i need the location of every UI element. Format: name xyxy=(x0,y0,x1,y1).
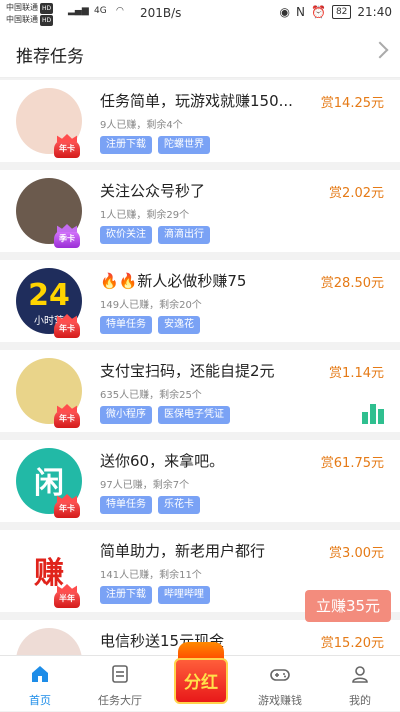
task-reward: 赏3.00元 xyxy=(329,546,384,561)
bar-chart-icon[interactable] xyxy=(362,402,384,424)
carrier-label: 中国联通 xyxy=(6,15,38,24)
task-item[interactable]: 年卡 任务简单，玩游戏就赚150... 9人已赚，剩余4个 赏14.25元注册下载 陀螺… xyxy=(0,80,400,162)
membership-badge: 年卡 xyxy=(54,320,80,338)
membership-badge: 年卡 xyxy=(54,500,80,518)
bar-chart-icon-bar xyxy=(362,412,368,424)
status-right: ◉ N ⏰ 82 21:40 xyxy=(280,5,392,19)
task-tags: 注册下载 哔哩哔哩 xyxy=(100,586,210,604)
battery-icon: 82 xyxy=(331,5,352,19)
task-item[interactable]: 闲年卡 送你60，来拿吧。 97人已赚，剩余7个 赏61.75元特单任务 乐花卡 xyxy=(0,440,400,522)
membership-badge: 年卡 xyxy=(54,140,80,158)
tab-task-hall[interactable]: 任务大厅 xyxy=(80,656,160,712)
task-tag: 微小程序 xyxy=(100,406,152,424)
avatar-text: 闲 xyxy=(34,466,64,501)
list-icon xyxy=(110,664,130,684)
network-speed: 201B/s xyxy=(140,6,182,20)
task-stats: 9人已赚，剩余4个 xyxy=(100,120,183,131)
task-stats: 1人已赚，剩余29个 xyxy=(100,210,190,221)
tab-label: 我的 xyxy=(349,694,371,707)
task-title: 任务简单，玩游戏就赚150... xyxy=(100,92,293,110)
home-icon xyxy=(30,664,50,684)
carrier-label: 中国联通 xyxy=(6,3,38,12)
tab-mine[interactable]: 我的 xyxy=(320,656,400,712)
task-tag: 陀螺世界 xyxy=(158,136,210,154)
task-tag: 注册下载 xyxy=(100,586,152,604)
tab-label: 游戏赚钱 xyxy=(258,694,302,707)
task-tag: 特单任务 xyxy=(100,496,152,514)
task-title: 支付宝扫码，还能自提2元 xyxy=(100,362,275,380)
tab-label: 任务大厅 xyxy=(98,694,142,707)
avatar-text: 24 xyxy=(28,278,70,313)
task-tag: 哔哩哔哩 xyxy=(158,586,210,604)
task-title: 🔥🔥新人必做秒赚75 xyxy=(100,272,247,290)
alarm-icon: ⏰ xyxy=(311,5,326,19)
task-title: 简单助力，新老用户都行 xyxy=(100,542,266,560)
task-tags: 微小程序 医保电子凭证 xyxy=(100,406,230,424)
hd-badge: HD xyxy=(40,15,54,26)
carrier-info: 中国联通 HD 中国联通 HD xyxy=(6,2,54,26)
task-reward: 赏61.75元 xyxy=(320,456,384,471)
network-type: 4G xyxy=(94,6,107,16)
task-tag: 砍价关注 xyxy=(100,226,152,244)
hd-badge: HD xyxy=(40,3,54,14)
task-tag: 注册下载 xyxy=(100,136,152,154)
signal-icon: ▂▄▆ xyxy=(68,6,89,16)
section-header[interactable]: 推荐任务 xyxy=(0,28,400,78)
task-stats: 635人已赚，剩余25个 xyxy=(100,390,202,401)
chevron-right-icon[interactable] xyxy=(371,41,389,59)
task-tag: 乐花卡 xyxy=(158,496,200,514)
task-stats: 149人已赚，剩余20个 xyxy=(100,300,202,311)
task-tags: 特单任务 安逸花 xyxy=(100,316,200,334)
task-tags: 砍价关注 滴滴出行 xyxy=(100,226,210,244)
avatar-text: 赚 xyxy=(34,556,64,591)
task-tags: 注册下载 陀螺世界 xyxy=(100,136,210,154)
nfc-icon: N xyxy=(296,5,305,19)
task-tag: 滴滴出行 xyxy=(158,226,210,244)
task-reward: 赏14.25元 xyxy=(320,96,384,111)
task-stats: 141人已赚，剩余11个 xyxy=(100,570,202,581)
task-title: 送你60，来拿吧。 xyxy=(100,452,225,470)
status-bar: 中国联通 HD 中国联通 HD ▂▄▆ 4G ◠ 201B/s ◉ N ⏰ 82 2… xyxy=(0,0,400,28)
task-stats: 97人已赚，剩余7个 xyxy=(100,480,190,491)
task-reward: 赏28.50元 xyxy=(320,276,384,291)
page-title: 推荐任务 xyxy=(16,47,84,67)
task-item[interactable]: 24 小时营 年卡 🔥🔥新人必做秒赚75 149人已赚，剩余20个 赏28.50元 特单任务… xyxy=(0,260,400,342)
task-tag: 医保电子凭证 xyxy=(158,406,230,424)
user-icon xyxy=(350,664,370,684)
membership-badge: 年卡 xyxy=(54,410,80,428)
eye-icon: ◉ xyxy=(279,5,291,19)
task-tags: 特单任务 乐花卡 xyxy=(100,496,200,514)
task-reward: 赏15.20元 xyxy=(320,636,384,651)
task-item[interactable]: 季卡 关注公众号秒了 1人已赚，剩余29个 赏2.02元砍价关注 滴滴出行 xyxy=(0,170,400,252)
tab-game-earn[interactable]: 游戏赚钱 xyxy=(240,656,320,712)
wifi-icon: ◠ xyxy=(116,6,124,16)
task-reward: 赏2.02元 xyxy=(329,186,384,201)
clock: 21:40 xyxy=(357,5,392,19)
task-reward: 赏1.14元 xyxy=(329,366,384,381)
task-tag: 特单任务 xyxy=(100,316,152,334)
task-item[interactable]: 年卡 支付宝扫码，还能自提2元 635人已赚，剩余25个 赏1.14元微小程序 医保电子… xyxy=(0,350,400,432)
membership-badge: 半年 xyxy=(54,590,80,608)
bar-chart-icon-bar xyxy=(378,409,384,424)
task-tag: 安逸花 xyxy=(158,316,200,334)
dividend-button[interactable]: 分红 xyxy=(170,640,232,710)
dividend-label: 分红 xyxy=(184,673,218,693)
earn-now-button[interactable]: 立赚35元 xyxy=(305,590,391,622)
membership-badge: 季卡 xyxy=(54,230,80,248)
tab-home[interactable]: 首页 xyxy=(0,656,80,712)
gamepad-icon xyxy=(270,664,290,684)
bar-chart-icon-bar xyxy=(370,404,376,424)
task-title: 关注公众号秒了 xyxy=(100,182,206,200)
tab-label: 首页 xyxy=(29,694,51,707)
